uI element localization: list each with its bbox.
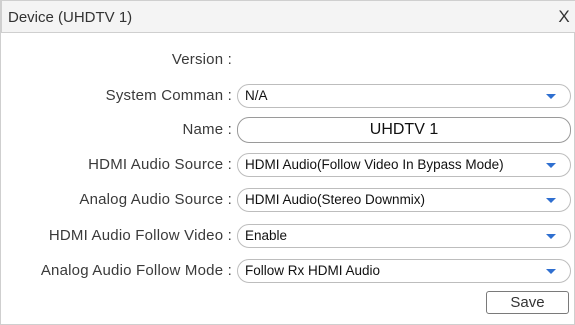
- system-command-value: N/A: [245, 88, 268, 103]
- name-label: Name :: [182, 121, 232, 138]
- chevron-down-icon: [546, 198, 556, 203]
- name-input[interactable]: [237, 117, 571, 143]
- chevron-down-icon: [546, 234, 556, 239]
- analog-audio-source-label: Analog Audio Source :: [79, 191, 232, 208]
- system-command-select[interactable]: N/A: [237, 84, 571, 108]
- hdmi-audio-follow-video-value: Enable: [245, 228, 288, 243]
- chevron-down-icon: [546, 163, 556, 168]
- hdmi-audio-source-select[interactable]: HDMI Audio(Follow Video In Bypass Mode): [237, 153, 571, 177]
- dialog-titlebar: Device (UHDTV 1) X: [1, 0, 575, 33]
- save-button[interactable]: Save: [486, 291, 569, 314]
- hdmi-audio-follow-video-label: HDMI Audio Follow Video :: [48, 227, 232, 244]
- analog-audio-follow-mode-select[interactable]: Follow Rx HDMI Audio: [237, 259, 571, 283]
- dialog-title: Device (UHDTV 1): [8, 9, 133, 26]
- close-button[interactable]: X: [556, 6, 572, 28]
- hdmi-audio-follow-video-select[interactable]: Enable: [237, 224, 571, 248]
- system-command-label: System Comman :: [105, 87, 232, 104]
- hdmi-audio-source-label: HDMI Audio Source :: [88, 156, 232, 173]
- analog-audio-follow-mode-label: Analog Audio Follow Mode :: [40, 262, 232, 279]
- chevron-down-icon: [546, 94, 556, 99]
- chevron-down-icon: [546, 269, 556, 274]
- analog-audio-source-value: HDMI Audio(Stereo Downmix): [245, 192, 426, 207]
- device-dialog: Device (UHDTV 1) X Version : System Comm…: [0, 0, 575, 325]
- version-label: Version :: [171, 51, 232, 68]
- analog-audio-source-select[interactable]: HDMI Audio(Stereo Downmix): [237, 188, 571, 212]
- hdmi-audio-source-value: HDMI Audio(Follow Video In Bypass Mode): [245, 157, 504, 172]
- analog-audio-follow-mode-value: Follow Rx HDMI Audio: [245, 263, 381, 278]
